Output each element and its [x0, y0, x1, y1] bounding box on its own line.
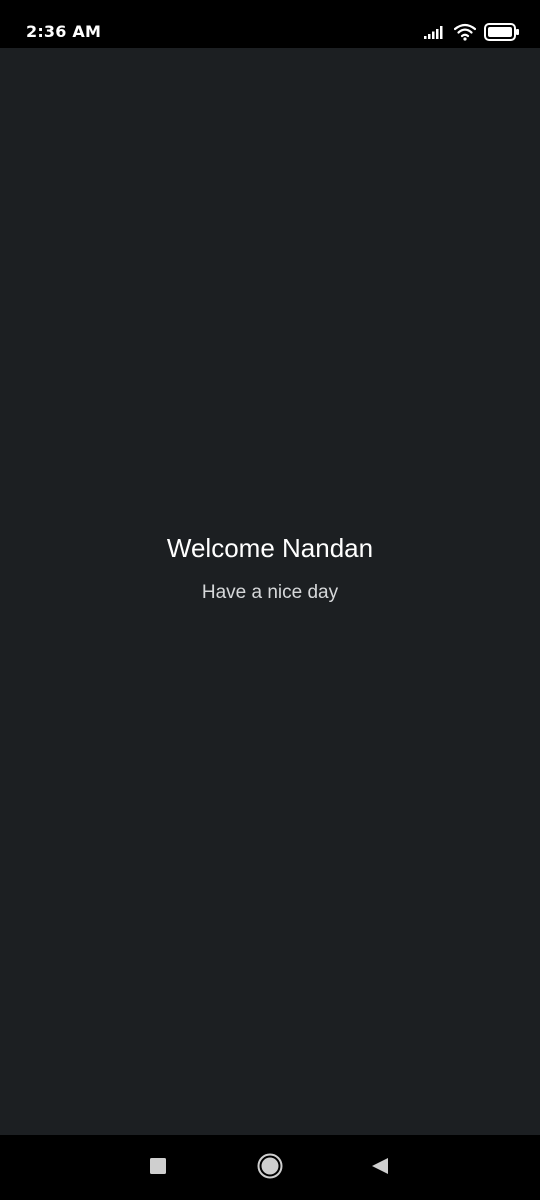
recents-icon	[149, 1157, 167, 1180]
signal-icon	[424, 25, 446, 39]
app-screen: 2:36 AM Welcome Nandan Have a nice day	[0, 0, 540, 1200]
status-time: 2:36 AM	[26, 22, 102, 41]
back-icon	[370, 1156, 390, 1181]
status-bar: 2:36 AM	[0, 0, 540, 48]
home-button[interactable]	[254, 1152, 286, 1184]
battery-icon	[484, 22, 520, 42]
back-button[interactable]	[364, 1152, 396, 1184]
home-icon	[256, 1152, 284, 1185]
main-content: Welcome Nandan Have a nice day	[0, 48, 540, 1135]
navigation-bar	[0, 1135, 540, 1200]
wifi-icon	[454, 23, 476, 41]
welcome-title: Welcome Nandan	[166, 533, 374, 563]
recents-button[interactable]	[142, 1152, 174, 1184]
status-icons	[424, 20, 520, 44]
welcome-subtitle: Have a nice day	[201, 582, 339, 603]
